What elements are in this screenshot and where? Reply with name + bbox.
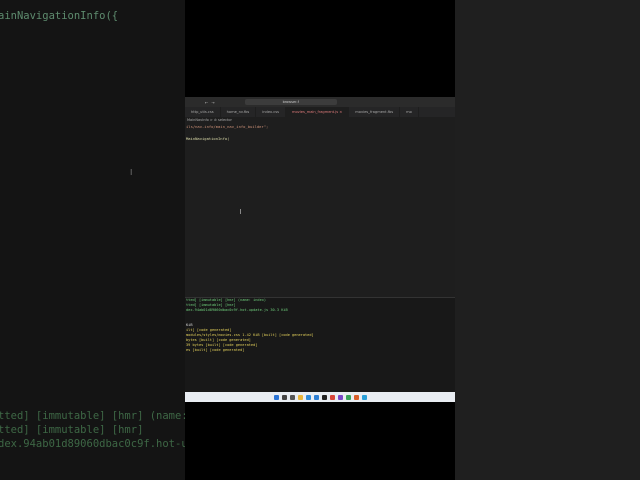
search-icon[interactable]: [281, 394, 287, 400]
text-cursor: [240, 209, 241, 214]
app-icon-2[interactable]: [345, 394, 351, 400]
tab-movies-fragment[interactable]: movies_fragment.fbs: [349, 107, 401, 117]
mouse-cursor-icon: I: [130, 168, 133, 177]
code-line: MainNavigationInfo(: [186, 136, 230, 141]
tab-index-css[interactable]: index.css: [256, 107, 286, 117]
background-blurred-right: [455, 0, 640, 480]
task-view-icon[interactable]: [289, 394, 295, 400]
vscode-icon[interactable]: [313, 394, 319, 400]
nav-buttons: ← →: [205, 100, 215, 105]
terminal-line: es [built] [code generated]: [186, 348, 245, 352]
chrome-icon[interactable]: [329, 394, 335, 400]
terminal-icon[interactable]: [321, 394, 327, 400]
file-explorer-icon[interactable]: [297, 394, 303, 400]
breadcrumb[interactable]: MainNavInfo > ⊘ selector: [185, 117, 455, 124]
terminal-panel[interactable]: tted] [immutable] [hmr] (name: index) tt…: [185, 297, 455, 393]
windows-start-icon[interactable]: [273, 394, 279, 400]
app-icon[interactable]: [337, 394, 343, 400]
app-icon-4[interactable]: [361, 394, 367, 400]
tab-movies-main-fragment[interactable]: movies_main_fragment.js ×: [285, 107, 350, 117]
forward-arrow-icon[interactable]: →: [211, 100, 214, 105]
back-arrow-icon[interactable]: ←: [205, 100, 208, 105]
app-icon-3[interactable]: [353, 394, 359, 400]
taskbar: [185, 392, 455, 402]
window-titlebar: ← → browser-f: [185, 97, 455, 107]
edge-icon[interactable]: [305, 394, 311, 400]
background-blurred-left: ainNavigationInfo({ tted] [immutable] [h…: [0, 0, 185, 480]
tab-overflow[interactable]: mo: [400, 107, 419, 117]
editor-tabs: http_utis.css home_nv.fbs index.css movi…: [185, 107, 455, 117]
tab-http-utis[interactable]: http_utis.css: [185, 107, 221, 117]
command-search-box[interactable]: browser-f: [244, 99, 337, 105]
background-dim-overlay: [0, 0, 185, 480]
tab-home-nv[interactable]: home_nv.fbs: [221, 107, 257, 117]
code-editor[interactable]: ils/nav-info/main_nav_info_builder"; Mai…: [185, 124, 455, 142]
desktop-screen: ← → browser-f http_utis.css home_nv.fbs …: [185, 97, 455, 402]
